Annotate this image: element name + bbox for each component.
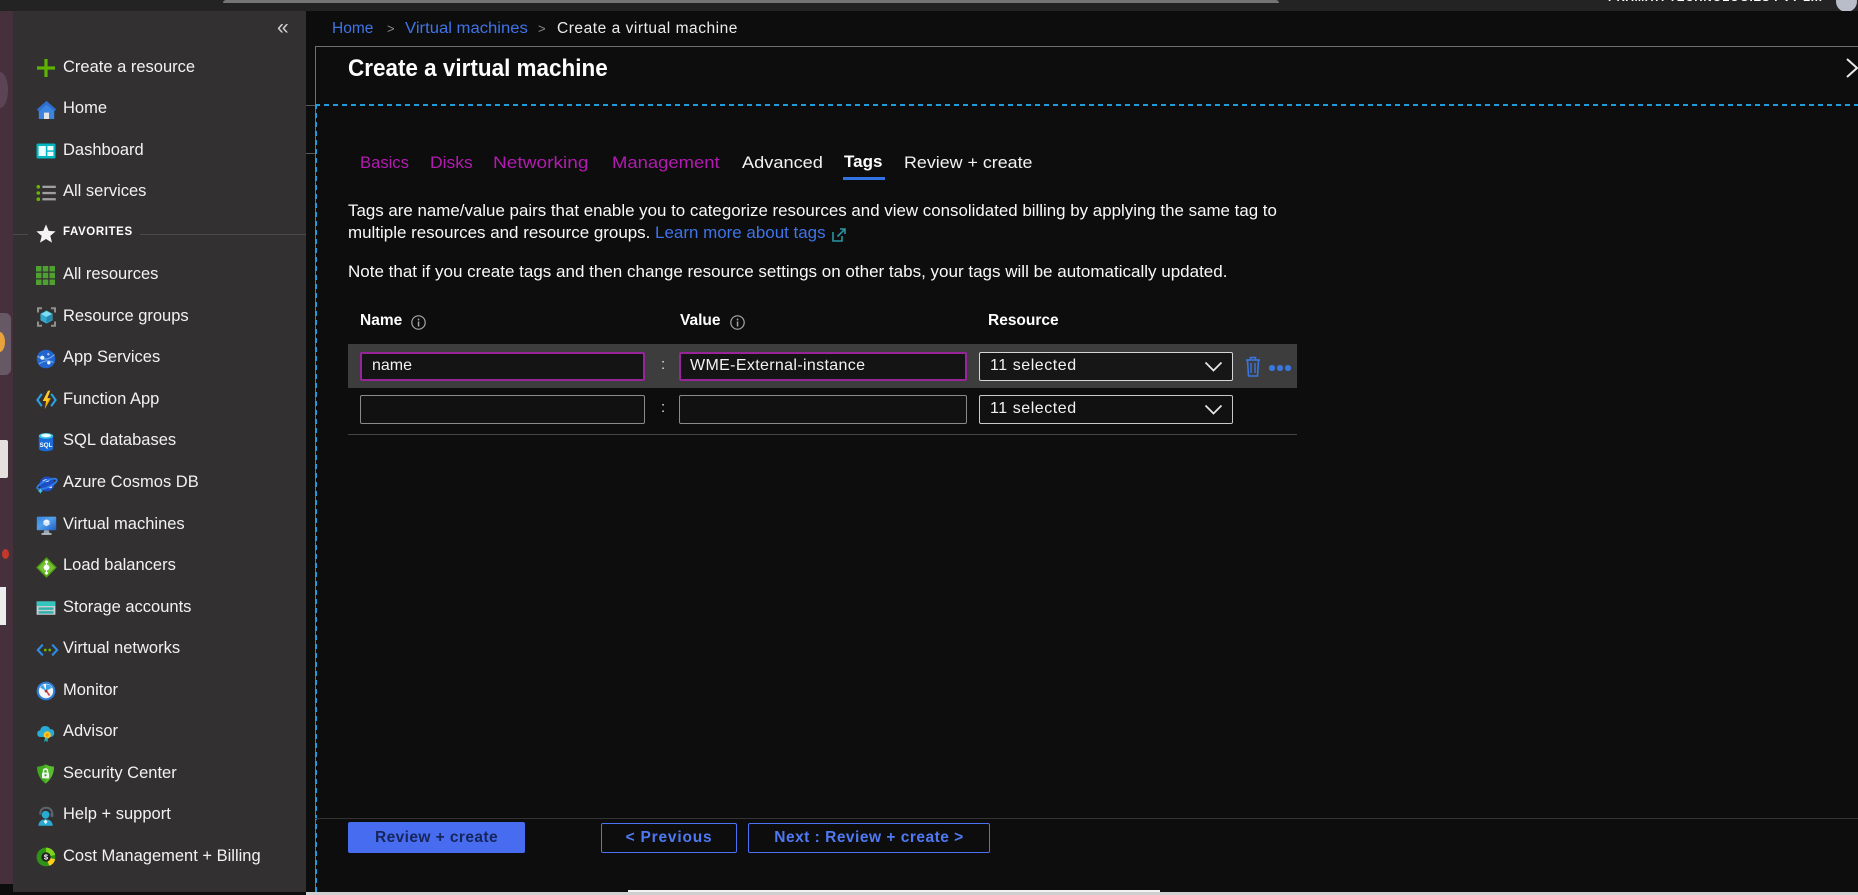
svg-text:SQL: SQL [40, 442, 53, 449]
